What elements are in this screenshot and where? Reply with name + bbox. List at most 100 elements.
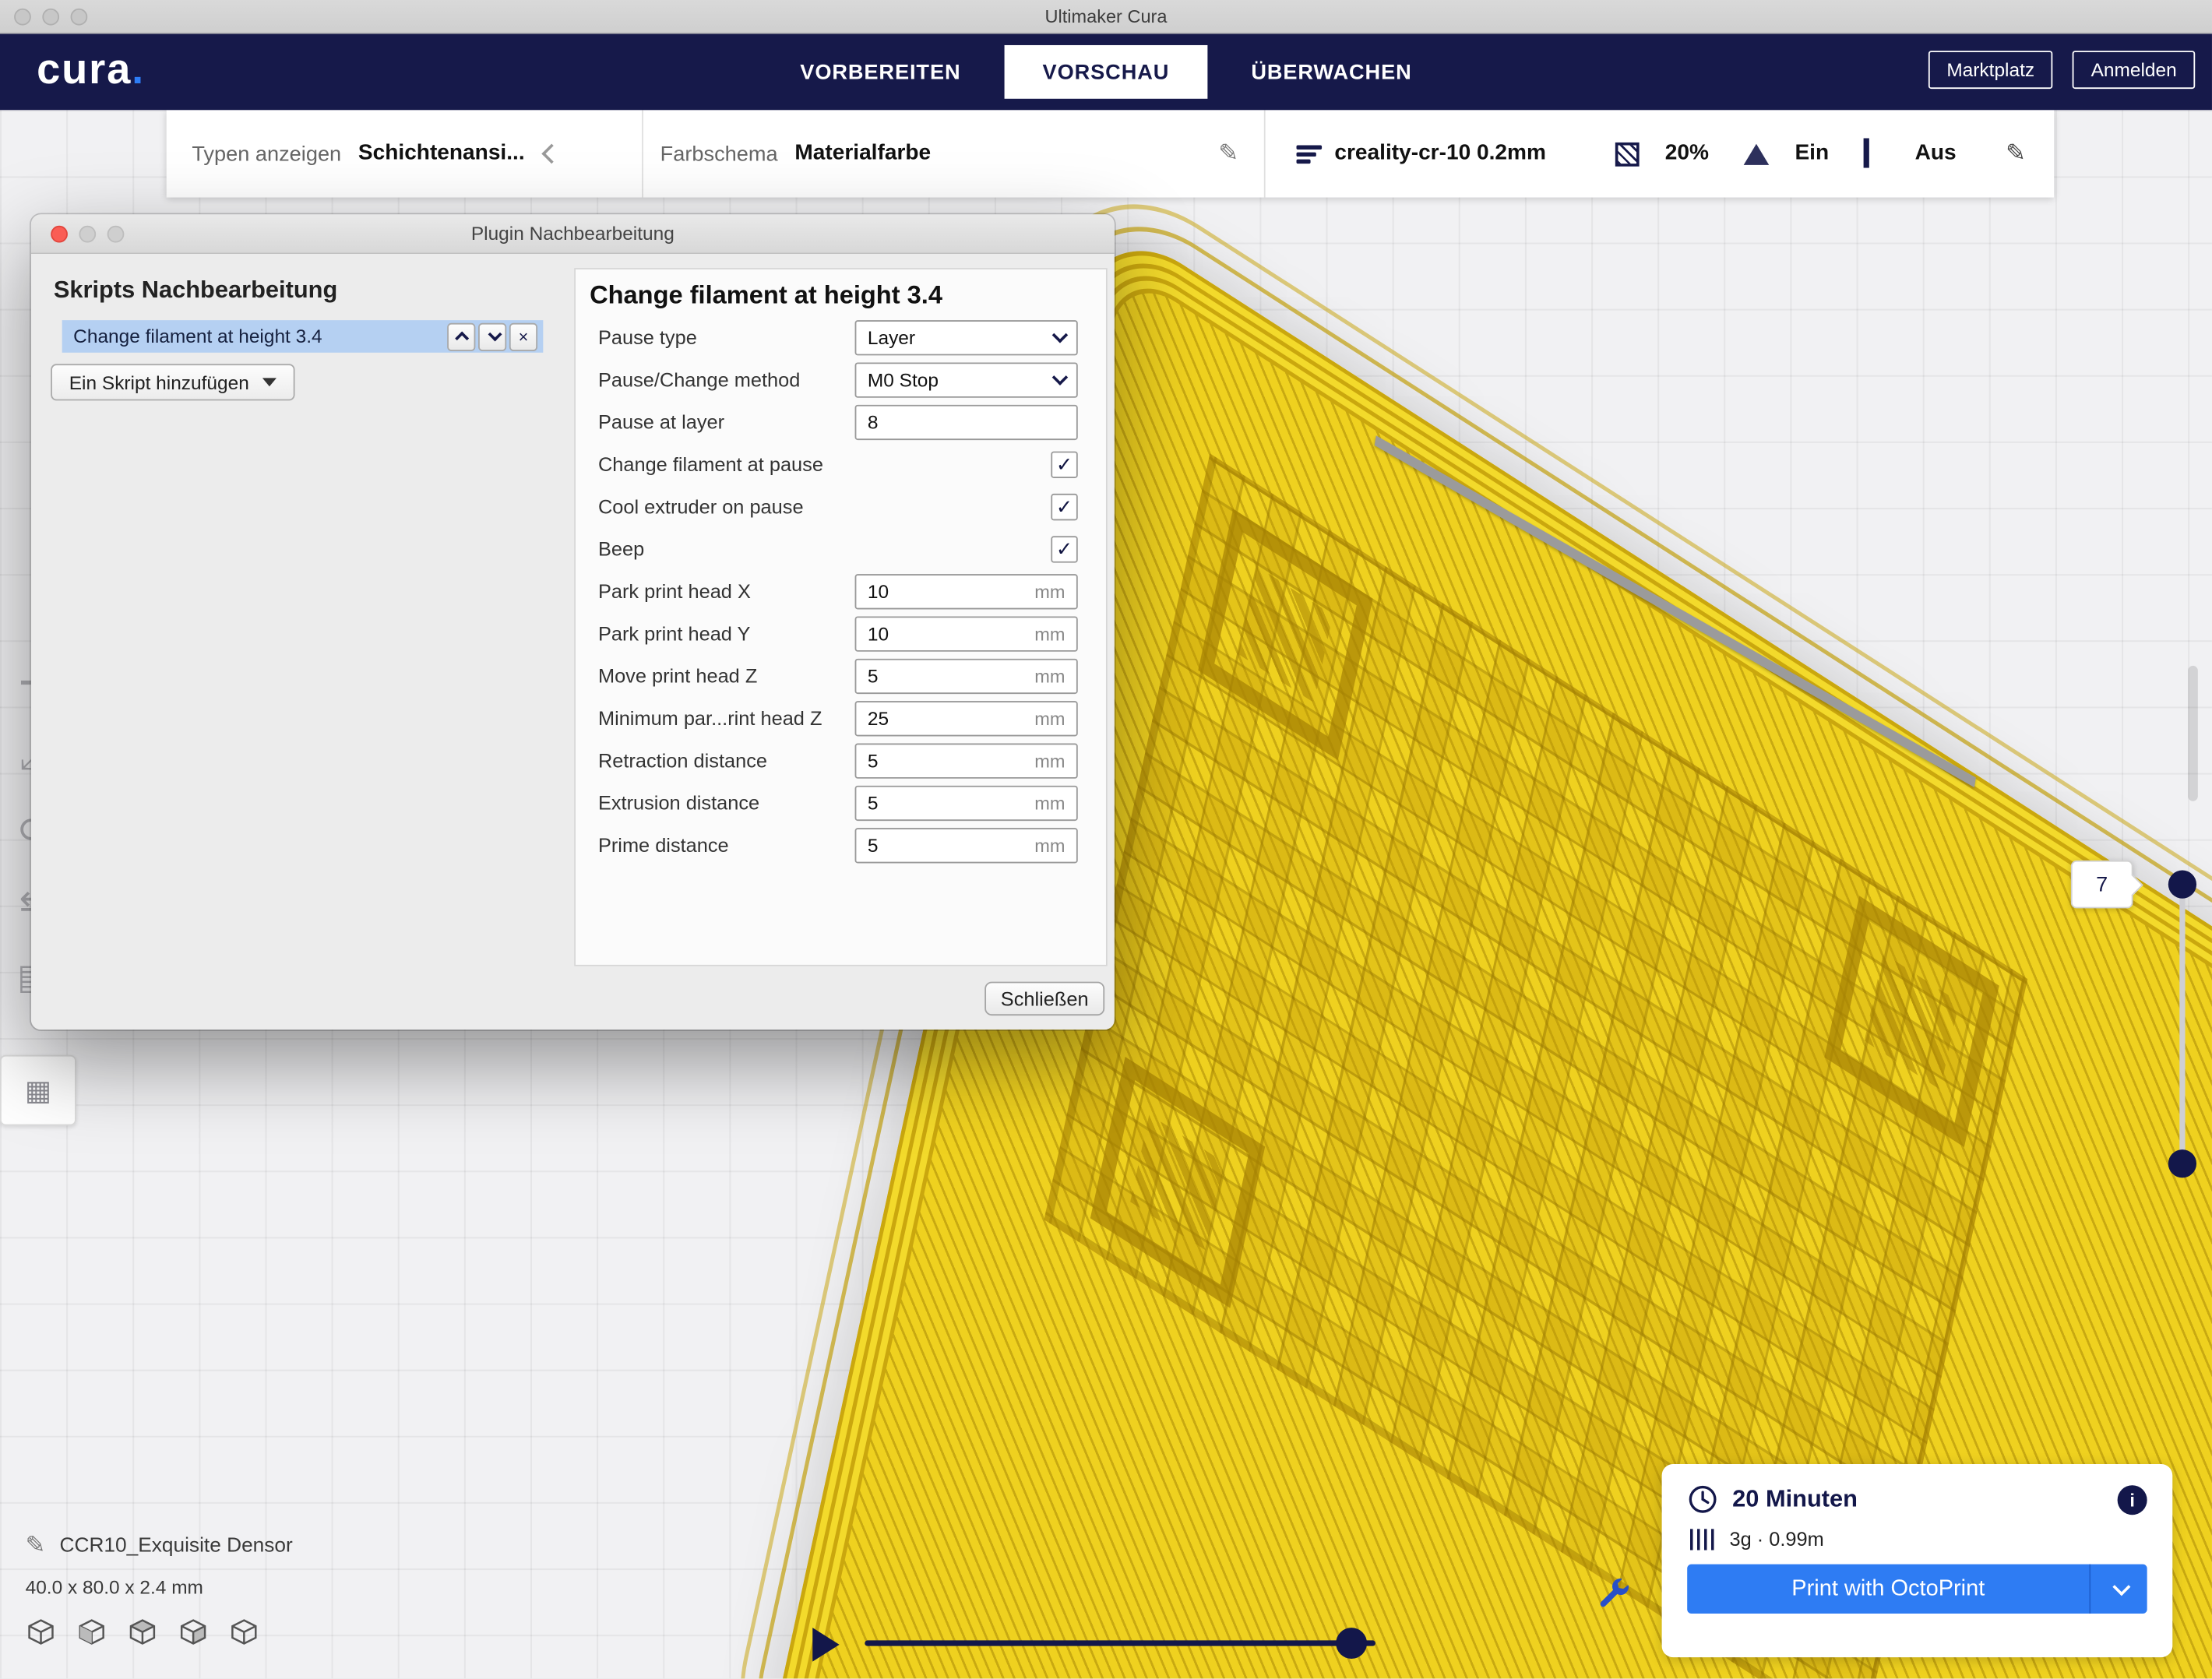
window-title: Ultimaker Cura [0,5,2212,26]
script-settings-panel: Change filament at height 3.4 Pause type… [574,268,1108,966]
signin-button[interactable]: Anmelden [2073,51,2195,89]
edit-color-scheme-icon[interactable]: ✎ [1218,139,1238,167]
postprocessing-dialog: Plugin Nachbearbeitung Skripts Nachbearb… [31,214,1115,1030]
support-value[interactable]: Ein [1795,141,1829,167]
app-window: Ultimaker Cura cura. VORBEREITEN VORSCHA… [0,0,2212,1678]
view-left-icon[interactable] [178,1617,209,1648]
layer-slider-upper-handle[interactable] [2168,871,2196,899]
marketplace-button[interactable]: Marktplatz [1928,51,2053,89]
printer-profile[interactable]: creality-cr-10 0.2mm [1334,141,1546,167]
field-input[interactable]: 5mm [855,743,1078,778]
tab-vorschau[interactable]: VORSCHAU [1005,45,1208,99]
view-top-icon[interactable] [127,1617,158,1648]
color-scheme-dropdown[interactable]: Materialfarbe [794,141,931,167]
dialog-titlebar[interactable]: Plugin Nachbearbeitung [31,214,1115,254]
field-row: Pause/Change methodM0 Stop [576,358,1106,400]
play-button[interactable] [812,1628,839,1661]
tab-vorbereiten[interactable]: VORBEREITEN [762,45,999,99]
field-label: Prime distance [598,833,855,856]
field-label: Retraction distance [598,749,855,772]
field-input[interactable]: 5mm [855,827,1078,862]
field-row: Change filament at pause✓ [576,443,1106,485]
edit-print-settings-icon[interactable]: ✎ [2006,139,2026,167]
unit-label: mm [1034,750,1065,771]
window-titlebar: Ultimaker Cura [0,0,2212,33]
field-checkbox[interactable]: ✓ [1051,535,1077,561]
chevron-down-icon [1052,327,1068,343]
layer-slider-track[interactable] [2179,875,2185,1177]
camera-view-buttons [26,1617,260,1648]
stage-toolbar: Typen anzeigen Schichtenansi... Farbsche… [167,110,2054,197]
path-slider-track[interactable] [865,1640,1375,1646]
field-row: Prime distance5mm [576,824,1106,866]
move-script-down-button[interactable] [478,322,506,350]
field-label: Minimum par...rint head Z [598,706,855,729]
material-usage: 3g · 0.99m [1730,1528,1824,1551]
layer-slider-lower-handle[interactable] [2168,1149,2196,1177]
info-icon[interactable]: i [2118,1484,2147,1514]
material-icon [1690,1528,1716,1549]
remove-script-button[interactable]: × [509,322,537,350]
adjust-tool-icon[interactable] [1595,1574,1632,1610]
collapse-chevron-icon[interactable] [541,144,562,164]
object-name: CCR10_Exquisite Densor [60,1535,293,1558]
unit-label: mm [1034,623,1065,644]
view-right-icon[interactable] [228,1617,259,1648]
close-dialog-button[interactable]: Schließen [984,982,1104,1015]
layer-number: 7 [2096,872,2108,896]
path-slider-handle[interactable] [1336,1628,1367,1659]
view-front-icon[interactable] [76,1617,107,1648]
field-row: Pause typeLayer [576,316,1106,358]
adhesion-icon [1864,141,1890,167]
field-input[interactable]: 8 [855,404,1078,439]
field-input[interactable]: 5mm [855,658,1078,693]
field-input[interactable]: 10mm [855,616,1078,651]
infill-value[interactable]: 20% [1665,141,1709,167]
field-label: Cool extruder on pause [598,495,1051,518]
field-label: Park print head X [598,579,855,602]
move-script-up-button[interactable] [447,322,475,350]
chevron-down-icon [2112,1578,2129,1596]
print-time: 20 Minuten [1732,1485,1858,1513]
support-icon [1744,143,1770,164]
unit-label: mm [1034,834,1065,855]
field-label: Pause/Change method [598,368,855,391]
unit-label: mm [1034,792,1065,813]
print-settings-icon [1296,142,1322,166]
chevron-down-icon [1052,369,1068,385]
field-row: Pause at layer8 [576,400,1106,442]
field-dropdown[interactable]: Layer [855,319,1078,354]
clock-icon [1687,1484,1718,1515]
field-row: Park print head X10mm [576,570,1106,612]
tab-ueberwachen[interactable]: ÜBERWACHEN [1213,45,1449,99]
field-checkbox[interactable]: ✓ [1051,451,1077,477]
add-script-button[interactable]: Ein Skript hinzufügen [51,364,294,400]
adhesion-value[interactable]: Aus [1915,141,1957,167]
field-checkbox[interactable]: ✓ [1051,493,1077,519]
scrollbar[interactable] [2188,666,2198,801]
print-with-octoprint-button[interactable]: Print with OctoPrint [1687,1565,2147,1614]
field-label: Pause at layer [598,410,855,433]
field-dropdown[interactable]: M0 Stop [855,362,1078,397]
main-tabs: VORBEREITEN VORSCHAU ÜBERWACHEN [0,33,2212,110]
view-3d-icon[interactable] [26,1617,57,1648]
field-label: Pause type [598,326,855,348]
object-list-panel[interactable]: ▦ [0,1055,76,1126]
app-header: cura. VORBEREITEN VORSCHAU ÜBERWACHEN Ma… [0,33,2212,110]
view-type-dropdown[interactable]: Schichtenansi... [358,141,525,167]
dialog-title: Plugin Nachbearbeitung [31,223,1115,244]
field-input[interactable]: 5mm [855,785,1078,820]
rename-object-icon[interactable]: ✎ [26,1532,46,1560]
unit-label: mm [1034,707,1065,728]
field-label: Park print head Y [598,622,855,645]
field-input[interactable]: 10mm [855,573,1078,608]
dropdown-arrow-icon [262,378,276,386]
qr-finder-square [1198,509,1372,760]
field-row: Move print head Z5mm [576,654,1106,696]
print-options-dropdown[interactable] [2090,1582,2147,1595]
object-dimensions: 40.0 x 80.0 x 2.4 mm [26,1577,293,1598]
color-scheme-label: Farbschema [660,142,778,166]
field-input[interactable]: 25mm [855,700,1078,735]
selected-script-row[interactable]: Change filament at height 3.4 × [62,320,544,353]
qr-finder-square [1824,896,1999,1147]
